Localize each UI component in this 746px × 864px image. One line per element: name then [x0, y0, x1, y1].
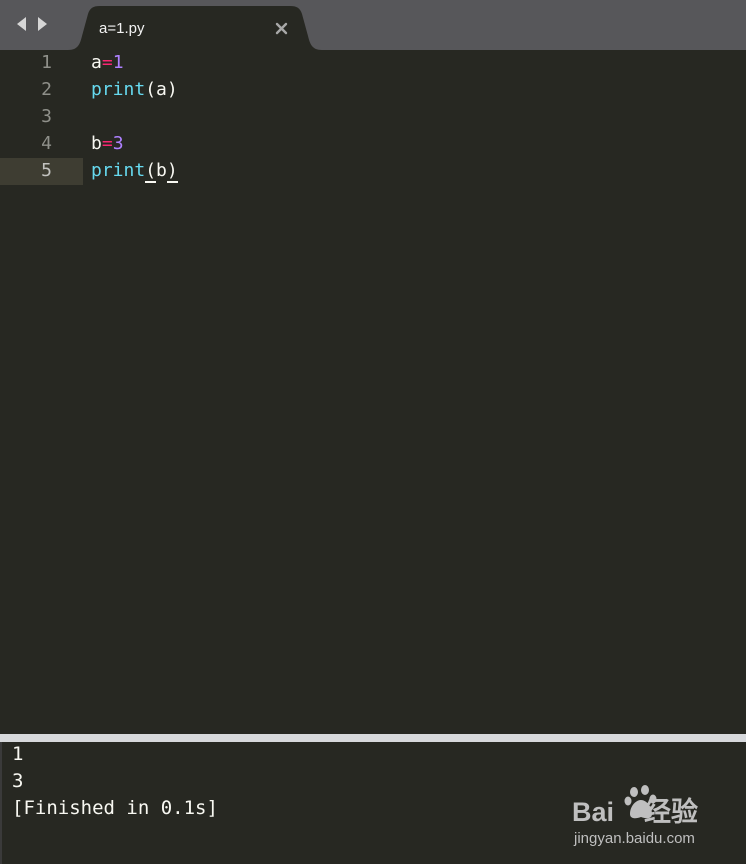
code-editor[interactable]: 1 a=1 2 print(a) 3 4 b=3 5 print(b)	[0, 50, 746, 734]
code-line[interactable]: 4 b=3	[0, 131, 746, 158]
code-token: print	[91, 79, 146, 100]
code-text[interactable]: a=1	[91, 52, 124, 73]
code-token: 3	[112, 133, 124, 154]
baidu-jingyan-watermark: Bai 经验 jingyan.baidu.com	[572, 784, 722, 850]
line-number: 4	[41, 133, 52, 154]
code-text[interactable]: print(a)	[91, 79, 178, 100]
code-token: a	[91, 52, 102, 73]
line-number: 3	[41, 106, 52, 127]
file-tab[interactable]: a=1.py	[68, 6, 322, 50]
code-token: (a)	[145, 79, 178, 100]
code-token: b	[91, 133, 102, 154]
code-text[interactable]: b=3	[91, 133, 124, 154]
code-line[interactable]: 2 print(a)	[0, 77, 746, 104]
panel-divider[interactable]	[0, 734, 746, 742]
tab-title: a=1.py	[99, 20, 145, 37]
line-number: 2	[41, 79, 52, 100]
code-token: =	[101, 52, 113, 73]
output-line: 1	[12, 743, 24, 765]
tab-bar: a=1.py	[0, 0, 746, 50]
output-line: [Finished in 0.1s]	[12, 797, 218, 819]
close-icon[interactable]	[273, 19, 291, 37]
code-token: 1	[112, 52, 124, 73]
paw-icon	[624, 785, 657, 819]
code-token: print	[91, 160, 146, 181]
chevron-right-icon[interactable]	[34, 14, 52, 34]
code-token: (	[145, 160, 157, 183]
code-text[interactable]: print(b)	[91, 160, 178, 183]
code-line[interactable]: 1 a=1	[0, 50, 746, 77]
line-number: 1	[41, 52, 52, 73]
output-line: 3	[12, 770, 24, 792]
code-line[interactable]: 5 print(b)	[0, 158, 746, 185]
code-token: =	[101, 133, 113, 154]
watermark-site: jingyan.baidu.com	[574, 830, 695, 847]
chevron-left-icon[interactable]	[13, 14, 31, 34]
code-token: b	[156, 160, 167, 181]
line-number: 5	[41, 160, 52, 181]
code-line[interactable]: 3	[0, 104, 746, 131]
code-token: )	[166, 160, 178, 183]
